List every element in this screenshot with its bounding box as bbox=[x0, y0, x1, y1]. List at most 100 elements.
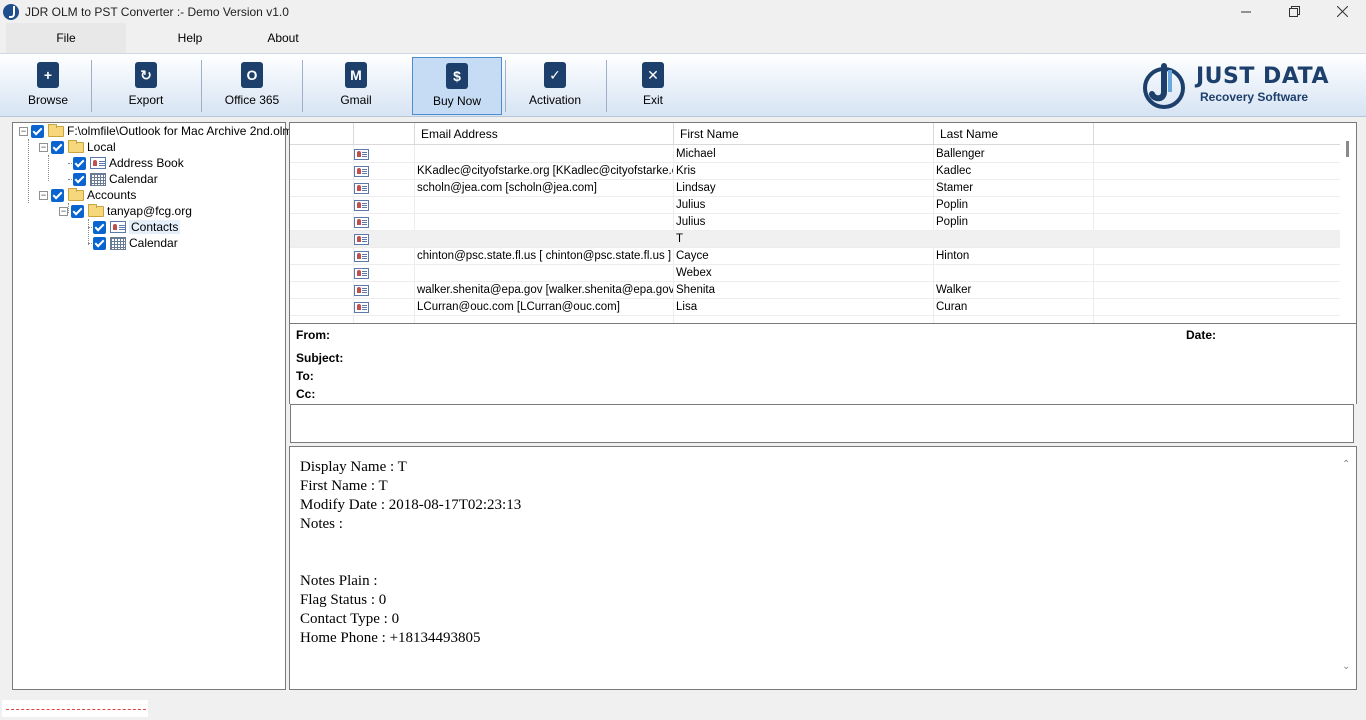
detail-line: First Name : T bbox=[300, 478, 388, 494]
menu-file[interactable]: File bbox=[6, 23, 126, 53]
attachment-box bbox=[290, 404, 1354, 443]
menu-help[interactable]: Help bbox=[150, 23, 230, 53]
table-row[interactable]: walker.shenita@epa.gov [walker.shenita@e… bbox=[290, 282, 1340, 299]
tree-item-root[interactable]: − F:\olmfile\Outlook for Mac Archive 2nd… bbox=[19, 123, 292, 139]
office365-label: Office 365 bbox=[224, 93, 280, 107]
column-header-email[interactable]: Email Address bbox=[414, 123, 673, 145]
restore-icon bbox=[1288, 6, 1300, 17]
exit-button[interactable]: ✕ Exit bbox=[625, 57, 681, 115]
gmail-icon: M bbox=[345, 62, 367, 88]
cell-first-name: Kris bbox=[676, 165, 696, 177]
cell-email bbox=[414, 231, 673, 248]
cell-last-name: Poplin bbox=[936, 216, 968, 228]
checkbox[interactable] bbox=[51, 140, 64, 154]
tree-item-label: Calendar bbox=[129, 236, 178, 250]
tree-item-label: Local bbox=[87, 140, 116, 154]
tree-item-calendar-account[interactable]: Calendar bbox=[93, 235, 178, 251]
contact-details[interactable]: Display Name : T First Name : T Modify Dat… bbox=[289, 446, 1357, 690]
minimize-button[interactable] bbox=[1222, 0, 1270, 23]
folder-tree[interactable]: − F:\olmfile\Outlook for Mac Archive 2nd… bbox=[12, 122, 292, 690]
export-label: Export bbox=[128, 93, 164, 107]
cell-last-name: Curan bbox=[936, 301, 968, 313]
collapse-icon[interactable]: − bbox=[19, 126, 28, 136]
toolbar-separator bbox=[91, 60, 92, 112]
message-header-area: From: Date: Subject: To: Cc: bbox=[289, 324, 1357, 404]
date-label: Date: bbox=[1186, 328, 1217, 342]
subject-label: Subject: bbox=[296, 351, 344, 365]
export-button[interactable]: ↻ Export bbox=[110, 57, 182, 115]
restore-button[interactable] bbox=[1270, 0, 1318, 23]
table-row[interactable]: scholn@jea.com [scholn@jea.com] Lindsay St… bbox=[290, 180, 1340, 197]
scroll-up-icon[interactable]: ⌃ bbox=[1342, 459, 1352, 470]
scrollbar-thumb[interactable] bbox=[1346, 141, 1349, 157]
cell-last-name bbox=[933, 231, 1093, 248]
contact-card-icon bbox=[354, 200, 369, 211]
checkbox[interactable] bbox=[93, 236, 106, 250]
exit-label: Exit bbox=[642, 93, 663, 107]
cell-email bbox=[414, 197, 673, 214]
column-header-first-name[interactable]: First Name bbox=[673, 123, 933, 145]
detail-line: Home Phone : +18134493805 bbox=[300, 630, 481, 646]
cell-first-name: Lindsay bbox=[676, 182, 716, 194]
collapse-icon[interactable]: − bbox=[59, 206, 68, 216]
progress-indicator bbox=[6, 709, 146, 710]
column-header-last-name[interactable]: Last Name bbox=[933, 123, 1093, 145]
buy-now-button[interactable]: $ Buy Now bbox=[412, 57, 502, 115]
tree-item-label: Address Book bbox=[109, 156, 184, 170]
tree-item-calendar-local[interactable]: Calendar bbox=[73, 171, 158, 187]
table-row[interactable]: Webex bbox=[290, 265, 1340, 282]
office365-button[interactable]: O Office 365 bbox=[215, 57, 289, 115]
folder-icon bbox=[68, 139, 84, 153]
checkbox[interactable] bbox=[73, 156, 86, 170]
column-header-filler bbox=[1093, 123, 1340, 145]
app-logo-icon bbox=[3, 3, 19, 20]
tree-item-local[interactable]: − Local bbox=[39, 139, 116, 155]
checkbox[interactable] bbox=[31, 124, 44, 138]
checkbox[interactable] bbox=[93, 220, 106, 234]
cell-first-name: Julius bbox=[676, 216, 706, 228]
tree-item-contacts[interactable]: Contacts bbox=[93, 219, 181, 235]
cell-first-name: Cayce bbox=[676, 250, 709, 262]
table-row[interactable]: KKadlec@cityofstarke.org [KKadlec@cityof… bbox=[290, 163, 1340, 180]
table-row[interactable]: Julius Poplin bbox=[290, 214, 1340, 231]
close-button[interactable] bbox=[1318, 0, 1366, 23]
table-row[interactable]: T bbox=[290, 231, 1340, 248]
add-file-icon: + bbox=[37, 62, 59, 88]
gmail-label: Gmail bbox=[340, 93, 372, 107]
cell-first-name: Shenita bbox=[676, 284, 716, 296]
contacts-grid[interactable]: Email Address First Name Last Name Micha… bbox=[289, 122, 1357, 324]
checkbox[interactable] bbox=[73, 172, 86, 186]
scroll-down-icon[interactable]: ⌄ bbox=[1342, 661, 1352, 672]
contact-card-icon bbox=[354, 251, 369, 262]
checkbox[interactable] bbox=[51, 188, 64, 202]
activation-button[interactable]: ✓ Activation bbox=[518, 57, 592, 115]
tree-item-accounts[interactable]: − Accounts bbox=[39, 187, 136, 203]
calendar-icon bbox=[90, 172, 106, 186]
title-bar: JDR OLM to PST Converter :- Demo Version… bbox=[0, 0, 1366, 23]
toolbar-separator bbox=[606, 60, 607, 112]
table-row[interactable]: Michael Ballenger bbox=[290, 146, 1340, 163]
contact-card-icon bbox=[354, 183, 369, 194]
table-row[interactable]: LCurran@ouc.com [LCurran@ouc.com] Lisa Cur… bbox=[290, 299, 1340, 316]
cell-email: walker.shenita@epa.gov [walker.shenita@e… bbox=[417, 284, 673, 296]
tree-item-address-book[interactable]: Address Book bbox=[73, 155, 184, 171]
exit-icon: ✕ bbox=[642, 62, 664, 88]
checkbox[interactable] bbox=[71, 204, 84, 218]
cell-last-name: Ballenger bbox=[936, 148, 985, 160]
tree-item-account[interactable]: − tanyap@fcg.org bbox=[59, 203, 192, 219]
browse-button[interactable]: + Browse bbox=[16, 57, 80, 115]
collapse-icon[interactable]: − bbox=[39, 142, 48, 152]
buy-now-label: Buy Now bbox=[432, 94, 482, 108]
table-row[interactable]: chinton@psc.state.fl.us [ chinton@psc.st… bbox=[290, 248, 1340, 265]
collapse-icon[interactable]: − bbox=[39, 190, 48, 200]
detail-line: Notes : bbox=[300, 516, 343, 532]
grid-scrollbar[interactable] bbox=[1340, 123, 1356, 323]
close-icon bbox=[1336, 6, 1348, 17]
browse-label: Browse bbox=[27, 93, 68, 107]
gmail-button[interactable]: M Gmail bbox=[320, 57, 392, 115]
brand-title: JUST DATA bbox=[1196, 64, 1329, 89]
detail-line: Contact Type : 0 bbox=[300, 611, 400, 627]
column-header-icon[interactable] bbox=[353, 123, 414, 145]
table-row[interactable]: Julius Poplin bbox=[290, 197, 1340, 214]
menu-about[interactable]: About bbox=[243, 23, 323, 53]
